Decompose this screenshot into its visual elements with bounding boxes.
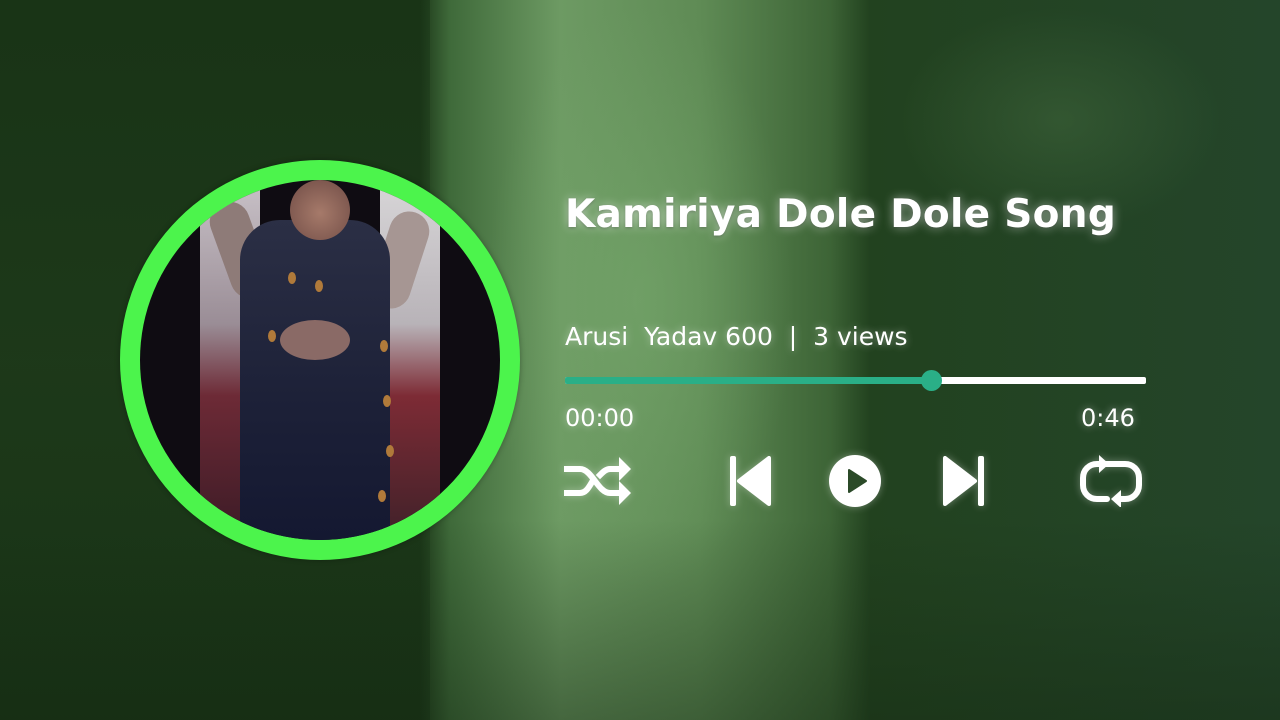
album-art-dot <box>386 445 394 457</box>
album-art-ring <box>120 160 520 560</box>
album-art-dot <box>378 490 386 502</box>
current-time: 00:00 <box>565 404 635 432</box>
track-meta: Arusi Yadav 600 | 3 views <box>565 322 908 351</box>
album-art-dot <box>268 330 276 342</box>
album-art-dot <box>380 340 388 352</box>
album-art-figure-waist <box>280 320 350 360</box>
progress-bar[interactable] <box>565 370 1146 391</box>
skip-previous-icon <box>730 456 771 506</box>
background-shade-bottom <box>0 520 1280 720</box>
album-art-dot <box>315 280 323 292</box>
next-button[interactable] <box>936 448 992 514</box>
album-art-figure <box>240 220 390 540</box>
progress-knob[interactable] <box>921 370 943 391</box>
track-title: Kamiriya Dole Dole Song <box>565 192 1117 237</box>
shuffle-icon <box>564 457 631 505</box>
duration-time: 0:46 <box>1081 404 1135 432</box>
album-art-dot <box>288 272 296 284</box>
album-art <box>140 180 500 540</box>
play-icon <box>829 455 881 507</box>
repeat-icon <box>1080 455 1142 507</box>
play-button[interactable] <box>824 448 886 514</box>
skip-next-icon <box>943 456 984 506</box>
progress-fill <box>565 377 932 384</box>
shuffle-button[interactable] <box>563 448 633 514</box>
album-art-dot <box>383 395 391 407</box>
repeat-button[interactable] <box>1076 448 1146 514</box>
previous-button[interactable] <box>722 448 778 514</box>
album-art-figure-head <box>290 180 350 240</box>
